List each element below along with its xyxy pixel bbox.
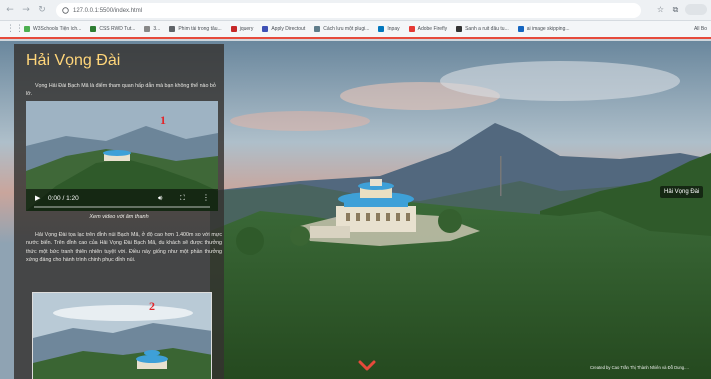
bookmark-favicon-icon (144, 26, 151, 32)
bookmark-item[interactable]: Inpay (378, 26, 400, 32)
extensions-icon[interactable]: ⧉ (670, 4, 681, 15)
bookmark-item[interactable]: W3Schools Tiện ích... (24, 26, 81, 32)
intro-text: Vọng Hải Đài Bạch Mã là điểm tham quan h… (26, 83, 216, 97)
bookmark-favicon-icon (517, 26, 524, 32)
bookmark-item[interactable]: Sanh a ruit đâu tu... (456, 26, 509, 32)
bookmark-label: CSS RWD Tut... (99, 26, 136, 32)
location-tag: Hải Vọng Đài (660, 186, 704, 198)
video-number-badge: 1 (160, 113, 166, 127)
bookmark-item[interactable]: Cách lưu một plugi... (314, 26, 369, 32)
info-panel: Hải Vọng Đài Vọng Hải Đài Bạch Mã là điể… (14, 44, 224, 379)
volume-icon[interactable]: 🔊︎ (158, 194, 162, 203)
forward-icon[interactable]: → (20, 4, 32, 16)
bookmark-item[interactable]: CSS RWD Tut... (90, 26, 135, 32)
bookmark-favicon-icon (378, 26, 385, 32)
bookmark-item[interactable]: Apply Directout (262, 26, 305, 32)
video-time: 0:00 / 1:20 (48, 195, 79, 202)
bookmark-label: Apply Directout (271, 26, 306, 32)
bookmark-label: Cách lưu một plugi... (323, 26, 370, 32)
video-progress-bar[interactable] (34, 206, 210, 208)
bookmark-favicon-icon (90, 26, 97, 32)
bookmark-label: Adobe Firefly (417, 26, 448, 32)
bookmark-favicon-icon (24, 26, 30, 32)
bookmark-label: Inpay (387, 26, 400, 32)
credit-text: Created by Cao Trần Thị Thành Nhiên và Đ… (590, 365, 689, 370)
video-caption: Xem video với âm thanh (89, 214, 149, 220)
all-bookmarks[interactable]: All Bo (694, 26, 707, 32)
bookmark-label: Phim tài trong tâu... (178, 26, 222, 32)
bookmark-item[interactable]: jquery (230, 26, 254, 32)
photo-image (33, 293, 211, 379)
chevron-down-icon[interactable] (358, 360, 376, 372)
video-player[interactable]: 1 ▶ 0:00 / 1:20 🔊︎ ⛶ ⋮ (26, 101, 218, 211)
bookmark-favicon-icon (169, 26, 176, 32)
bookmark-favicon-icon (408, 26, 415, 32)
bookmarks-bar: ⋮⋮ W3Schools Tiện ích... CSS RWD Tut... 3.… (0, 21, 711, 39)
fullscreen-icon[interactable]: ⛶ (180, 194, 185, 203)
play-icon[interactable]: ▶ (35, 194, 40, 202)
bookmark-favicon-icon (230, 26, 237, 32)
bookmark-star-icon[interactable]: ☆ (655, 4, 666, 15)
address-bar[interactable]: 127.0.0.1:5500/index.html (56, 3, 641, 18)
more-options-icon[interactable]: ⋮ (202, 193, 210, 202)
reload-icon[interactable]: ↻ (36, 4, 48, 16)
bookmark-favicon-icon (262, 26, 269, 32)
bookmark-item[interactable]: Adobe Firefly (408, 26, 448, 32)
bookmark-label: W3Schools Tiện ích... (33, 26, 82, 32)
bookmark-label: Sanh a ruit đâu tu... (465, 26, 509, 32)
description-text: Hải Vọng Đài tọa lạc trên đỉnh núi Bạch … (26, 232, 222, 264)
bookmark-label: jquery (239, 26, 254, 32)
apps-icon[interactable]: ⋮⋮ (6, 23, 24, 35)
browser-toolbar: ← → ↻ 127.0.0.1:5500/index.html ☆ ⧉ (0, 0, 711, 21)
bookmark-favicon-icon (314, 26, 321, 32)
bookmark-label: 3... (153, 26, 161, 32)
bookmark-item[interactable]: ai image skipping... (517, 26, 570, 32)
bookmark-item[interactable]: Phim tài trong tâu... (169, 26, 222, 32)
bookmark-item[interactable]: 3... (144, 26, 160, 32)
url-text[interactable]: 127.0.0.1:5500/index.html (73, 8, 142, 14)
video-controls: ▶ 0:00 / 1:20 🔊︎ ⛶ ⋮ (26, 189, 218, 211)
back-icon[interactable]: ← (4, 4, 16, 16)
profile-avatar[interactable] (685, 4, 707, 15)
site-info-icon[interactable] (62, 7, 69, 14)
page-title: Hải Vọng Đài (26, 52, 121, 69)
photo-number-badge: 2 (149, 299, 155, 313)
bookmark-favicon-icon (456, 26, 463, 32)
bookmark-label: ai image skipping... (526, 26, 570, 32)
gallery-photo: 2 (32, 292, 212, 379)
